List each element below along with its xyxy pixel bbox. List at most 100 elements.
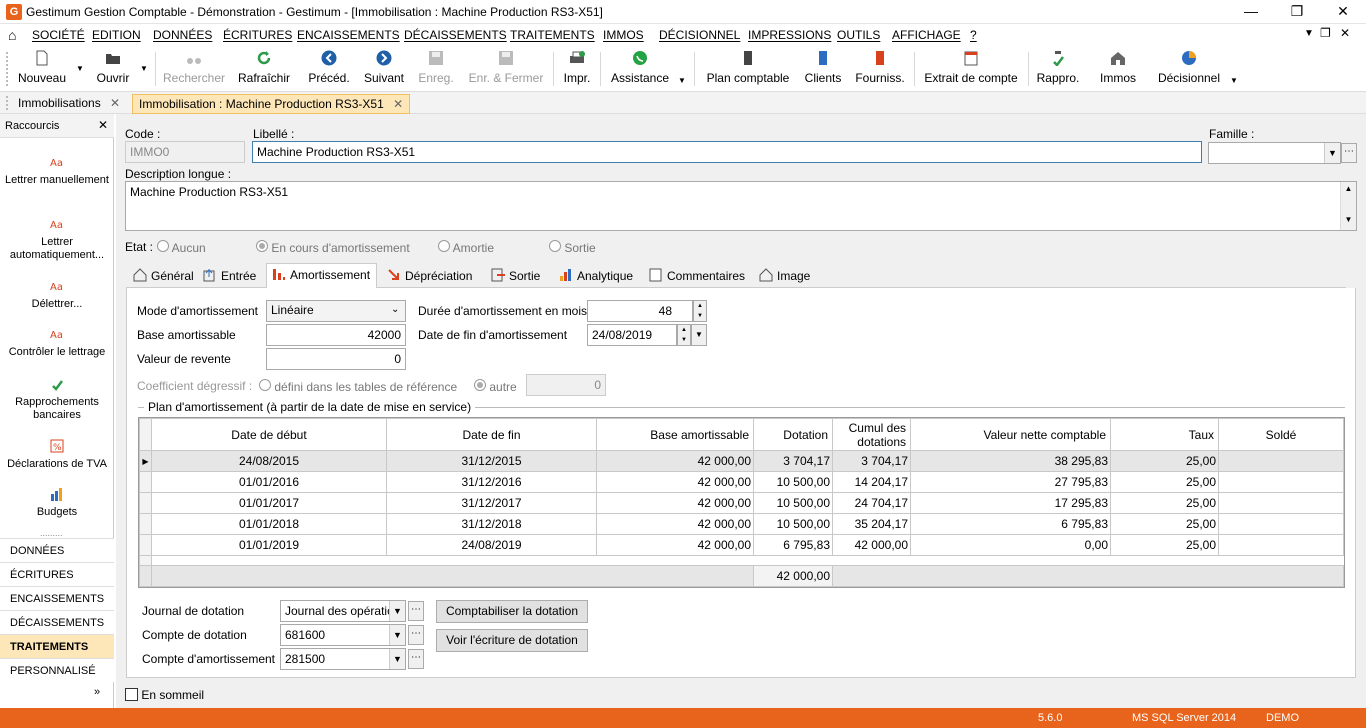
fournisseurs-button[interactable]: Fourniss. — [852, 48, 908, 90]
minimize-button[interactable]: — — [1228, 0, 1274, 24]
famille-browse-button[interactable]: ⋯ — [1341, 143, 1357, 163]
mdi-restore-icon[interactable]: ❐ — [1320, 26, 1331, 40]
sidebar-cat-donnees[interactable]: DONNÉES — [0, 538, 114, 562]
menu-help[interactable]: ? — [970, 28, 977, 42]
save-close-button[interactable]: Enr. & Fermer — [464, 48, 548, 90]
famille-select[interactable]: ▼ — [1208, 142, 1341, 164]
close-tab-icon[interactable]: ✕ — [393, 97, 403, 111]
mode-dropdown-icon[interactable]: ⌄ — [391, 304, 399, 315]
col-taux[interactable]: Taux — [1110, 418, 1219, 451]
sommeil-checkbox[interactable]: En sommeil — [125, 688, 204, 702]
voir-ecriture-button[interactable]: Voir l'écriture de dotation — [436, 629, 588, 652]
tab-general[interactable]: Général — [128, 265, 200, 288]
tab-amortissement[interactable]: Amortissement — [266, 263, 378, 288]
fin-date-spinner[interactable]: ▲ ▼ — [677, 324, 691, 346]
description-textarea[interactable]: Machine Production RS3-X51 ▲ ▼ — [125, 181, 1357, 231]
assistance-button[interactable]: Assistance — [606, 48, 674, 90]
menu-donnees[interactable]: DONNÉES — [153, 28, 212, 42]
menu-edition[interactable]: EDITION — [92, 28, 141, 42]
decisionnel-button[interactable]: Décisionnel — [1154, 48, 1224, 90]
extrait-compte-button[interactable]: Extrait de compte — [920, 48, 1022, 90]
search-button[interactable]: Rechercher — [160, 48, 228, 90]
famille-dropdown-icon[interactable]: ▼ — [1324, 143, 1340, 163]
fin-date-input[interactable]: 24/08/2019 — [587, 324, 677, 346]
coef-radio-tables[interactable]: défini dans les tables de référence — [259, 379, 457, 394]
doc-tab-immobilisations[interactable]: Immobilisations ✕ — [12, 94, 126, 114]
fin-date-picker-icon[interactable]: ▼ — [691, 324, 707, 346]
duree-input[interactable]: 48 — [587, 300, 693, 322]
close-window-button[interactable]: ✕ — [1320, 0, 1366, 24]
sidebar-item-tva[interactable]: % Déclarations de TVA — [0, 438, 114, 471]
rapprochement-button[interactable]: Rappro. — [1034, 48, 1082, 90]
toolbar-overflow-icon[interactable]: ▼ — [678, 76, 686, 85]
compte-dotation-dropdown-icon[interactable]: ▼ — [389, 625, 405, 645]
table-row[interactable]: 01/01/2016 31/12/2016 42 000,00 10 500,0… — [139, 471, 1344, 493]
restore-button[interactable]: ❐ — [1274, 0, 1320, 24]
menu-encaissements[interactable]: ENCAISSEMENTS — [297, 28, 400, 42]
immos-button[interactable]: Immos — [1094, 48, 1142, 90]
close-tab-icon[interactable]: ✕ — [110, 96, 120, 110]
col-dotation[interactable]: Dotation — [753, 418, 833, 451]
journal-browse-button[interactable]: ⋯ — [408, 601, 424, 621]
mdi-minimize-icon[interactable]: ▼ — [1304, 28, 1314, 39]
menu-immos[interactable]: IMMOS — [603, 28, 644, 42]
sidebar-cat-traitements[interactable]: TRAITEMENTS — [0, 634, 114, 658]
sidebar-cat-ecritures[interactable]: ÉCRITURES — [0, 562, 114, 586]
compte-amort-browse-button[interactable]: ⋯ — [408, 649, 424, 669]
compte-dotation-browse-button[interactable]: ⋯ — [408, 625, 424, 645]
tab-entree[interactable]: Entrée — [198, 265, 262, 288]
etat-radio-aucun[interactable]: Aucun — [157, 240, 206, 255]
save-button[interactable]: Enreg. — [414, 48, 458, 90]
duree-spinner[interactable]: ▲ ▼ — [693, 300, 707, 322]
doc-tab-immobilisation-detail[interactable]: Immobilisation : Machine Production RS3-… — [132, 94, 411, 114]
open-button[interactable]: Ouvrir — [90, 48, 136, 90]
menu-affichage[interactable]: AFFICHAGE — [892, 28, 961, 42]
menu-ecritures[interactable]: ÉCRITURES — [223, 28, 292, 42]
libelle-input[interactable]: Machine Production RS3-X51 — [252, 141, 1202, 163]
tab-image[interactable]: Image — [754, 265, 816, 288]
print-button[interactable]: Impr. — [558, 48, 596, 90]
new-button[interactable]: Nouveau — [14, 48, 70, 90]
sidebar-cat-decaissements[interactable]: DÉCAISSEMENTS — [0, 610, 114, 634]
previous-button[interactable]: Précéd. — [306, 48, 352, 90]
menu-decaissements[interactable]: DÉCAISSEMENTS — [404, 28, 507, 42]
sidebar-item-rapprochements[interactable]: Rapprochements bancaires — [0, 376, 114, 422]
mode-select[interactable]: Linéaire ⌄ — [266, 300, 406, 322]
table-row[interactable]: 01/01/2017 31/12/2017 42 000,00 10 500,0… — [139, 492, 1344, 514]
sidebar-splitter[interactable]: ......... — [40, 528, 63, 538]
toolbar-overflow-icon[interactable]: ▼ — [1230, 76, 1238, 85]
etat-radio-en-cours[interactable]: En cours d'amortissement — [256, 240, 410, 255]
plan-comptable-button[interactable]: Plan comptable — [700, 48, 796, 90]
compte-dotation-select[interactable]: 681600 ▼ — [280, 624, 406, 646]
table-row[interactable]: 01/01/2019 24/08/2019 42 000,00 6 795,83… — [139, 534, 1344, 556]
plan-table[interactable]: Date de début Date de fin Base amortissa… — [138, 417, 1345, 588]
sidebar-cat-encaissements[interactable]: ENCAISSEMENTS — [0, 586, 114, 610]
sidebar-expand-icon[interactable]: » — [94, 686, 100, 698]
tab-sortie[interactable]: Sortie — [486, 265, 546, 288]
open-dropdown-icon[interactable]: ▼ — [140, 64, 148, 73]
menu-decisionnel[interactable]: DÉCISIONNEL — [659, 28, 740, 42]
sidebar-item-lettrer-manuellement[interactable]: Aa Lettrer manuellement — [0, 154, 114, 187]
sidebar-item-lettrer-auto[interactable]: Aa Lettrer automatiquement... — [0, 216, 114, 262]
menu-impressions[interactable]: IMPRESSIONS — [748, 28, 831, 42]
new-dropdown-icon[interactable]: ▼ — [76, 64, 84, 73]
journal-dropdown-icon[interactable]: ▼ — [389, 601, 405, 621]
col-vnc[interactable]: Valeur nette comptable — [910, 418, 1111, 451]
table-row[interactable]: 01/01/2018 31/12/2018 42 000,00 10 500,0… — [139, 513, 1344, 535]
col-base[interactable]: Base amortissable — [596, 418, 754, 451]
close-sidebar-icon[interactable]: ✕ — [98, 118, 108, 132]
etat-radio-amortie[interactable]: Amortie — [438, 240, 494, 255]
refresh-button[interactable]: Rafraîchir — [234, 48, 294, 90]
menu-traitements[interactable]: TRAITEMENTS — [510, 28, 595, 42]
menu-outils[interactable]: OUTILS — [837, 28, 880, 42]
col-solde[interactable]: Soldé — [1218, 418, 1344, 451]
description-scrollbar[interactable]: ▲ ▼ — [1340, 182, 1356, 230]
revente-input[interactable]: 0 — [266, 348, 406, 370]
code-field[interactable]: IMMO0 — [125, 141, 245, 163]
compte-amort-select[interactable]: 281500 ▼ — [280, 648, 406, 670]
tab-analytique[interactable]: Analytique — [554, 265, 639, 288]
sidebar-item-delettrer[interactable]: Aa Délettrer... — [0, 278, 114, 311]
sidebar-item-controler-lettrage[interactable]: Aa Contrôler le lettrage — [0, 326, 114, 359]
sidebar-cat-personnalise[interactable]: PERSONNALISÉ — [0, 658, 114, 682]
table-row[interactable]: ▶ 24/08/2015 31/12/2015 42 000,00 3 704,… — [139, 450, 1344, 472]
